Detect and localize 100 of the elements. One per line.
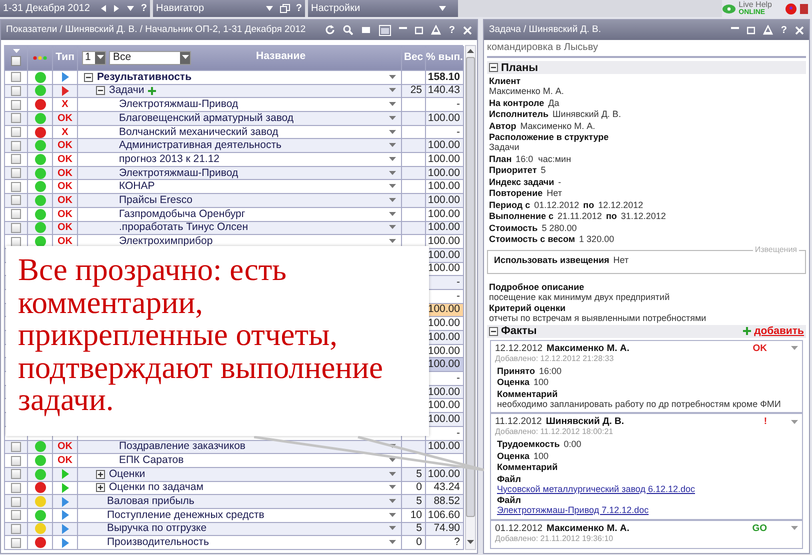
file-link[interactable]: Чусовской металлургический завод 6.12.12.doc xyxy=(497,484,796,494)
dropdown-caret-icon[interactable] xyxy=(389,198,396,203)
scroll-up-icon[interactable] xyxy=(467,49,474,54)
dropdown-caret-icon[interactable] xyxy=(389,170,396,176)
row-name[interactable]: Оценки xyxy=(109,468,146,481)
row-checkbox[interactable] xyxy=(11,113,21,124)
help-icon[interactable]: ? xyxy=(140,1,147,16)
add-link[interactable]: добавить xyxy=(754,326,804,336)
dropdown-caret-icon[interactable] xyxy=(389,458,396,464)
dropdown-caret-icon[interactable] xyxy=(389,102,396,108)
row-checkbox[interactable] xyxy=(11,127,21,138)
plus-icon[interactable] xyxy=(743,327,752,335)
segment-label[interactable]: 1-31 Декабря 2012 xyxy=(3,1,94,16)
scrollbar[interactable] xyxy=(465,45,476,550)
row-checkbox[interactable] xyxy=(11,524,21,534)
collapse-icon[interactable] xyxy=(489,326,498,336)
dropdown-caret-icon[interactable] xyxy=(126,5,135,12)
expand-icon[interactable] xyxy=(96,470,105,479)
scroll-thumb[interactable] xyxy=(466,57,475,517)
row-checkbox[interactable] xyxy=(11,456,21,466)
row-checkbox[interactable] xyxy=(11,236,21,247)
row-name[interactable]: ЕПК Саратов xyxy=(119,454,184,467)
row-name[interactable]: Поздравление заказчиков xyxy=(119,440,246,454)
row-checkbox[interactable] xyxy=(11,154,21,164)
close-icon[interactable] xyxy=(795,26,804,34)
collapse-icon[interactable] xyxy=(489,63,498,72)
dropdown-caret-icon[interactable] xyxy=(389,526,396,532)
row-checkbox[interactable] xyxy=(11,140,21,151)
row-checkbox[interactable] xyxy=(11,442,21,452)
right-arrow-icon[interactable] xyxy=(112,4,120,13)
dropdown-caret-icon[interactable] xyxy=(389,485,396,490)
row-checkbox[interactable] xyxy=(11,496,21,507)
row-checkbox[interactable] xyxy=(11,168,21,178)
select-all-checkbox[interactable] xyxy=(11,56,21,66)
plus-icon[interactable] xyxy=(148,86,156,95)
dropdown-caret-icon[interactable] xyxy=(96,55,104,60)
row-checkbox[interactable] xyxy=(11,100,21,110)
dropdown-caret-icon[interactable] xyxy=(389,212,396,217)
row-name[interactable]: Административная деятельность xyxy=(119,139,282,152)
row-name[interactable]: Задачи xyxy=(109,84,144,98)
row-name[interactable]: Электрохимприбор xyxy=(119,235,213,248)
row-name[interactable]: Результативность xyxy=(97,70,192,84)
live-help-label[interactable]: Live Help xyxy=(738,0,772,8)
dropdown-caret-icon[interactable] xyxy=(389,143,396,148)
row-name[interactable]: Газпромдобыча Оренбург xyxy=(119,208,246,221)
refresh-icon[interactable] xyxy=(324,25,335,35)
maximize-icon[interactable] xyxy=(746,26,755,34)
dropdown-caret-icon[interactable] xyxy=(264,5,274,12)
dropdown-caret-icon[interactable] xyxy=(389,512,396,518)
windows-icon[interactable] xyxy=(280,4,290,13)
dropdown-caret-icon[interactable] xyxy=(389,116,396,121)
expand-icon[interactable] xyxy=(96,483,105,492)
row-checkbox[interactable] xyxy=(11,510,21,520)
dropdown-caret-icon[interactable] xyxy=(438,5,447,12)
row-name[interactable]: Производительность xyxy=(107,536,209,550)
dropdown-caret-icon[interactable] xyxy=(791,346,798,351)
dropdown-caret-icon[interactable] xyxy=(389,540,396,546)
row-name[interactable]: Оценки по задачам xyxy=(109,482,204,494)
maximize-icon[interactable] xyxy=(414,26,423,34)
row-name[interactable]: Благовещенский арматурный завод xyxy=(119,112,294,125)
dropdown-caret-icon[interactable] xyxy=(389,225,396,230)
segment-label[interactable]: Навигатор xyxy=(156,1,259,16)
dropdown-caret-icon[interactable] xyxy=(389,88,396,94)
row-name[interactable]: Поступление денежных средств xyxy=(107,508,264,522)
dropdown-caret-icon[interactable] xyxy=(389,499,396,504)
row-checkbox[interactable] xyxy=(11,195,21,206)
row-name[interactable]: .проработать Тинус Олсен xyxy=(119,222,248,234)
row-checkbox[interactable] xyxy=(11,86,21,96)
row-name[interactable]: Выручка по отгрузке xyxy=(107,522,207,536)
row-checkbox[interactable] xyxy=(11,538,21,548)
record-icon[interactable] xyxy=(785,2,797,14)
row-name[interactable]: Волчанский механический завод xyxy=(119,126,278,138)
collapse-icon[interactable] xyxy=(84,72,93,82)
row-name[interactable]: КОНАР xyxy=(119,180,155,194)
collapse-icon[interactable] xyxy=(96,86,105,96)
search-icon[interactable] xyxy=(342,25,353,35)
dropdown-caret-icon[interactable] xyxy=(389,130,396,135)
file-link[interactable]: Электротяжмаш-Привод 7.12.12.doc xyxy=(497,505,796,515)
row-checkbox[interactable] xyxy=(11,182,21,192)
close-icon[interactable] xyxy=(463,26,472,34)
segment-label[interactable]: Настройки xyxy=(311,1,432,16)
help-icon[interactable]: ? xyxy=(780,22,787,38)
row-name[interactable]: прогноз 2013 к 21.12 xyxy=(119,153,220,166)
row-checkbox[interactable] xyxy=(11,222,21,233)
filter-select[interactable]: Все xyxy=(109,50,191,65)
left-arrow-icon[interactable] xyxy=(100,4,107,13)
row-checkbox[interactable] xyxy=(11,469,21,480)
level-select[interactable]: 1 xyxy=(82,50,106,65)
row-name[interactable]: Прайсы Eresco xyxy=(119,194,192,207)
row-checkbox[interactable] xyxy=(11,72,21,82)
dropdown-caret-icon[interactable] xyxy=(389,184,396,190)
help-icon[interactable]: ? xyxy=(448,22,455,38)
dropdown-caret-icon[interactable] xyxy=(791,526,798,531)
dropdown-caret-icon[interactable] xyxy=(389,156,396,162)
dropdown-caret-icon[interactable] xyxy=(389,472,396,477)
dropdown-caret-icon[interactable] xyxy=(389,74,396,80)
scroll-down-icon[interactable] xyxy=(467,540,474,545)
row-checkbox[interactable] xyxy=(11,209,21,220)
chat-bubble-icon[interactable] xyxy=(722,4,736,14)
row-name[interactable]: Валовая прибыль xyxy=(107,495,194,508)
